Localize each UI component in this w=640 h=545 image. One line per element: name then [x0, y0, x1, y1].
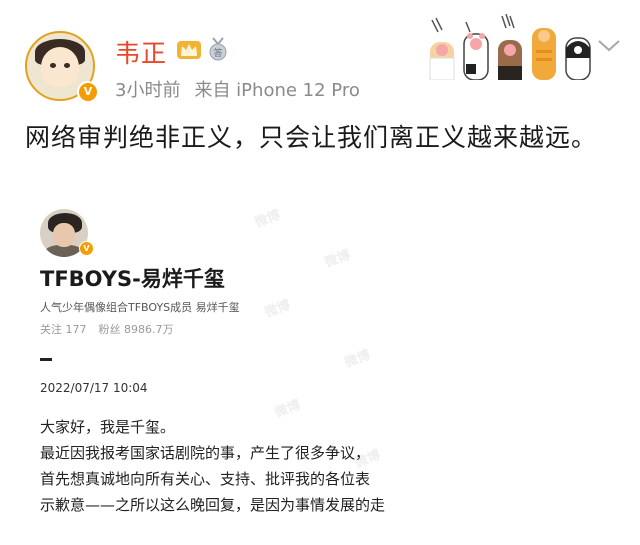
verified-badge: V	[77, 81, 99, 103]
medal-icon[interactable]: 答	[207, 37, 229, 61]
user-avatar[interactable]: V	[25, 31, 99, 103]
divider-dash	[40, 358, 52, 361]
post-content: 网络审判绝非正义，只会让我们离正义越来越远。	[25, 123, 598, 152]
quoted-fans-count: 粉丝 8986.7万	[98, 323, 174, 336]
post-source: 来自 iPhone 12 Pro	[194, 80, 360, 101]
quoted-body: 大家好，我是千玺。 最近因我报考国家话剧院的事，产生了很多争议， 首先想真诚地向…	[40, 414, 410, 518]
quoted-screenshot[interactable]: 微博 微博 微博 微博 微博 微博 V TFBOYS-易烊千玺 人气少年偶像组合…	[24, 188, 416, 545]
quoted-follow-count: 关注 177	[40, 323, 87, 336]
quoted-bio: 人气少年偶像组合TFBOYS成员 易烊千玺	[40, 301, 240, 314]
post-time: 3小时前	[115, 80, 181, 101]
quoted-line: 最近因我报考国家话剧院的事，产生了很多争议，	[40, 444, 371, 462]
chevron-down-icon[interactable]	[596, 36, 622, 54]
quoted-line: 示歉意——之所以这么晚回复，是因为事情发展的走	[40, 496, 386, 514]
quoted-line: 首先想真诚地向所有关心、支持、批评我的各位表	[40, 470, 371, 488]
quoted-date: 2022/07/17 10:04	[40, 381, 148, 395]
cat-paw-decoration[interactable]	[428, 14, 600, 80]
quoted-line: 大家好，我是千玺。	[40, 418, 176, 436]
username-link[interactable]: 韦正	[115, 34, 167, 70]
svg-text:答: 答	[213, 47, 222, 59]
post-meta: 3小时前 来自 iPhone 12 Pro	[115, 76, 360, 102]
vip-crown-icon[interactable]	[176, 38, 202, 60]
quoted-stats: 关注 177 粉丝 8986.7万	[40, 321, 174, 337]
quoted-name: TFBOYS-易烊千玺	[40, 267, 225, 291]
quoted-verified-badge: V	[79, 241, 94, 256]
